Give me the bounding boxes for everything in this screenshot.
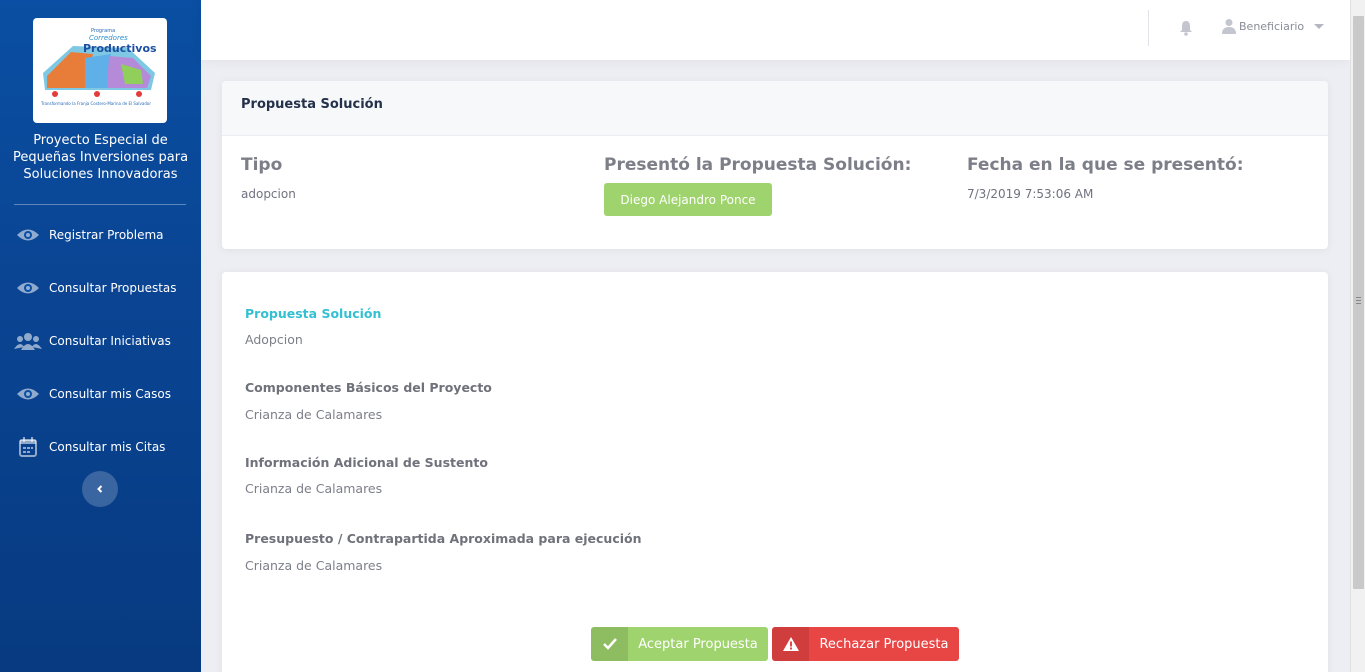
calendar-icon — [0, 437, 49, 457]
sidebar-item-label: Registrar Problema — [49, 228, 164, 242]
presenter-badge: Diego Alejandro Ponce — [604, 183, 772, 216]
scrollbar-thumb[interactable] — [1353, 16, 1364, 589]
accept-proposal-button[interactable]: Aceptar Propuesta — [591, 627, 768, 661]
user-icon — [1222, 19, 1236, 34]
fecha-value: 7/3/2019 7:53:06 AM — [967, 187, 1094, 201]
chevron-left-icon — [97, 485, 103, 493]
componentes-value: Crianza de Calamares — [245, 407, 383, 422]
sidebar-item-label: Consultar mis Citas — [49, 440, 166, 454]
sidebar-divider — [14, 204, 186, 205]
sidebar-title: Proyecto Especial de Pequeñas Inversione… — [12, 133, 189, 182]
presupuesto-label: Presupuesto / Contrapartida Aproximada p… — [245, 531, 642, 546]
propuesta-label: Propuesta Solución — [245, 306, 382, 321]
check-icon — [591, 627, 628, 661]
reject-proposal-button[interactable]: Rechazar Propuesta — [772, 627, 959, 661]
fecha-label: Fecha en la que se presentó: — [967, 155, 1244, 175]
tipo-value: adopcion — [241, 187, 296, 201]
sidebar-item-label: Consultar Iniciativas — [49, 334, 171, 348]
caret-down-icon — [1314, 23, 1325, 29]
notifications-bell-icon[interactable] — [1179, 20, 1193, 40]
sidebar-item-consultar-propuestas[interactable]: Consultar Propuestas — [0, 273, 201, 303]
presento-label: Presentó la Propuesta Solución: — [604, 155, 912, 175]
eye-icon — [0, 387, 49, 401]
program-logo: Programa Corredores Productivos Transfor… — [33, 18, 167, 123]
logo-tagline: Transformando la Franja Costero-Marina d… — [41, 101, 151, 106]
logo-line3: Productivos — [83, 42, 157, 55]
summary-card-title: Propuesta Solución — [241, 97, 383, 112]
page-scrollbar[interactable] — [1350, 0, 1365, 672]
sidebar: Programa Corredores Productivos Transfor… — [0, 0, 201, 672]
sidebar-collapse-button[interactable] — [82, 471, 118, 507]
sidebar-item-label: Consultar mis Casos — [49, 387, 171, 401]
top-header: Beneficiario — [201, 0, 1350, 60]
warning-icon — [772, 627, 809, 661]
informacion-label: Información Adicional de Sustento — [245, 455, 488, 470]
header-divider — [1148, 10, 1149, 46]
summary-card: Propuesta Solución Tipo adopcion Present… — [222, 81, 1328, 249]
summary-card-header — [222, 81, 1328, 136]
details-card: Propuesta Solución Adopcion Componentes … — [222, 272, 1328, 672]
presupuesto-value: Crianza de Calamares — [245, 558, 383, 573]
reject-proposal-label: Rechazar Propuesta — [819, 636, 949, 652]
sidebar-item-label: Consultar Propuestas — [49, 281, 177, 295]
sidebar-item-consultar-mis-citas[interactable]: Consultar mis Citas — [0, 432, 201, 462]
tipo-label: Tipo — [241, 155, 283, 175]
informacion-value: Crianza de Calamares — [245, 481, 383, 496]
user-role-label: Beneficiario — [1239, 19, 1305, 33]
users-icon — [0, 332, 49, 350]
propuesta-value: Adopcion — [245, 332, 303, 347]
user-menu[interactable]: Beneficiario — [1222, 18, 1325, 34]
eye-icon — [0, 281, 49, 295]
logo-line2: Corredores — [89, 34, 128, 42]
scrollbar-grip-icon — [1356, 297, 1361, 304]
accept-proposal-label: Aceptar Propuesta — [638, 636, 758, 652]
sidebar-item-consultar-iniciativas[interactable]: Consultar Iniciativas — [0, 326, 201, 356]
eye-icon — [0, 228, 49, 242]
sidebar-item-consultar-mis-casos[interactable]: Consultar mis Casos — [0, 379, 201, 409]
componentes-label: Componentes Básicos del Proyecto — [245, 380, 492, 395]
sidebar-item-registrar-problema[interactable]: Registrar Problema — [0, 220, 201, 250]
